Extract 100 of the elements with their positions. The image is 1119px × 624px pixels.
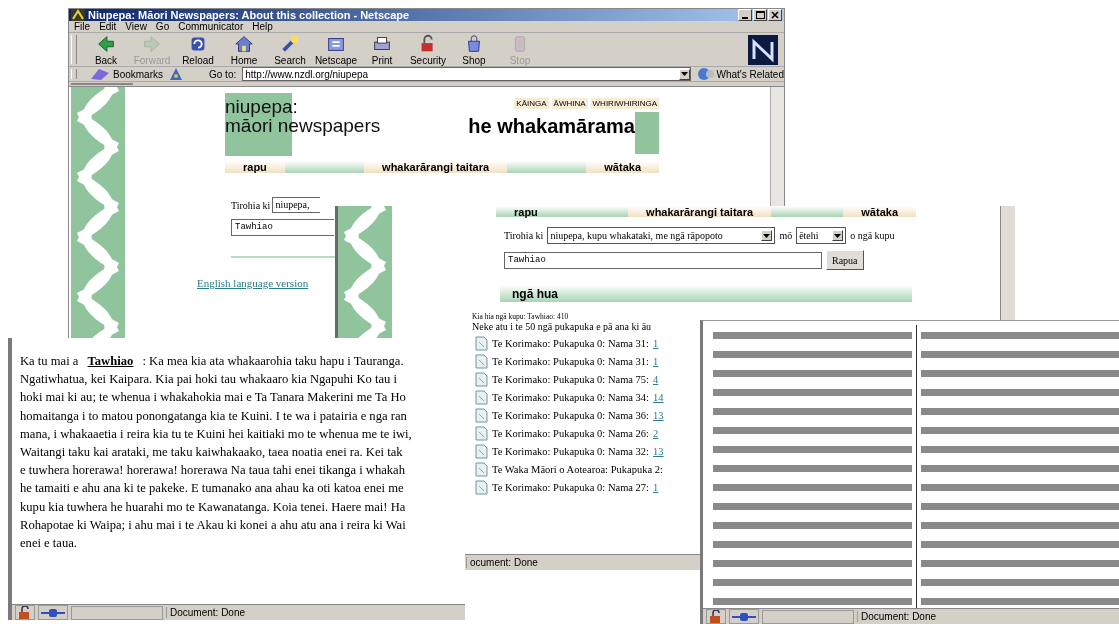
lock-icon[interactable]: [706, 609, 726, 624]
document-icon[interactable]: [475, 425, 488, 441]
document-icon[interactable]: [475, 479, 488, 495]
dropdown-arrow-icon[interactable]: [832, 230, 844, 241]
status-text: Document: Done: [166, 607, 246, 618]
house-icon: [232, 33, 256, 55]
result-title: Te Korimako: Pukapuka 0: Nama 27:: [492, 481, 650, 493]
search-label: Tirohia ki: [231, 199, 271, 211]
globe-icon: [696, 67, 715, 81]
paragraph-line: hoki mai ki au; te whenua i whakahokia mai e Ta Tanara Makerini me Ta Ho: [20, 389, 407, 407]
submit-button[interactable]: Rapua: [826, 250, 864, 270]
document-icon[interactable]: [475, 461, 488, 477]
toolbar-grip: [71, 35, 77, 64]
search-field[interactable]: Tawhiao: [231, 219, 334, 236]
address-field[interactable]: http://www.nzdl.org/niupepa: [242, 67, 691, 81]
page-link[interactable]: 13: [653, 445, 664, 457]
paragraph-line: Waitangi taku kai arataki, me taku kaiwhakaako, taea noatia enei ra. Kei tak: [20, 444, 404, 461]
document-icon[interactable]: [475, 407, 488, 423]
toolbar-button[interactable]: Home: [221, 33, 267, 66]
paragraph-line: homaitanga i to matou ponongatanga kia te Kuini. I te wa i patairia e nga ran: [20, 407, 408, 425]
close-button[interactable]: [768, 9, 782, 21]
status-text: ocument: Done: [466, 557, 538, 568]
results-summary: Neke atu i te 50 ngā pukapuka e pā ana ki āu: [472, 321, 653, 332]
lock-icon[interactable]: [15, 605, 35, 620]
close-icon: [771, 11, 779, 19]
menu-item[interactable]: Help: [252, 21, 273, 32]
page-link[interactable]: 1: [653, 355, 659, 367]
top-nav-link[interactable]: WHIRIWHIRINGA: [590, 98, 659, 109]
plug-icon[interactable]: [729, 609, 759, 624]
nav-tab[interactable]: wātaka: [586, 161, 659, 173]
whats-related-button[interactable]: What's Related: [696, 67, 784, 81]
toolbar-button[interactable]: Reload: [175, 33, 221, 66]
minimize-button[interactable]: [738, 9, 752, 21]
mode-dropdown[interactable]: ētehi: [796, 227, 847, 244]
paragraph-line: Ngatiwhatua, kei Kaipara. Kia pai hoki tau whakaaro kia Ngapuhi Ko tau i: [20, 371, 398, 389]
search-field[interactable]: Tawhiao: [504, 251, 822, 269]
result-title: Te Korimako: Pukapuka 0: Nama 32:: [492, 445, 650, 457]
bookmarks-button[interactable]: Bookmarks: [88, 67, 163, 81]
paragraph-line: he tamaiti e ahu ana ki te pakeke. E tumanako ana ahau ka oti katoa enei me: [20, 480, 405, 498]
toolbar-button[interactable]: Search: [267, 33, 313, 66]
page-link[interactable]: 1: [653, 337, 659, 349]
page-link[interactable]: 1: [653, 481, 659, 493]
nav-tab[interactable]: wātaka: [843, 206, 916, 217]
paragraph-line: enei e taua.: [20, 535, 78, 553]
result-title: Te Korimako: Pukapuka 0: Nama 31:: [492, 355, 650, 367]
go-to-label: Go to:: [209, 68, 237, 80]
for-label: mō: [779, 230, 793, 241]
menu-item[interactable]: Go: [155, 21, 170, 32]
result-title: Te Korimako: Pukapuka 0: Nama 34:: [492, 391, 650, 403]
dropdown-arrow-icon[interactable]: [761, 230, 773, 241]
bookmark-icon: [88, 67, 111, 81]
result-title: Te Korimako: Pukapuka 0: Nama 75:: [492, 373, 650, 385]
toolbar-button[interactable]: Security: [405, 33, 451, 66]
page-link[interactable]: 4: [653, 373, 659, 385]
document-icon[interactable]: [475, 335, 488, 351]
menu-item[interactable]: Edit: [99, 21, 117, 32]
top-nav-link[interactable]: KĀINGA: [514, 98, 549, 109]
maximize-button[interactable]: [753, 9, 767, 21]
menu-item[interactable]: File: [74, 21, 91, 32]
page-link[interactable]: 13: [653, 409, 664, 421]
menu-item[interactable]: View: [125, 21, 147, 32]
paragraph-line: kupu kia tuwhera he huarahi mo te Kawanatanga. Koia tenei. Haere mai! Ha: [20, 498, 407, 516]
paragraph-line: mana, i whakaaetia i reira kia tu te Kuini hei kaitiaki mo te whenua me te iwi,: [20, 425, 413, 443]
toolbar-button[interactable]: Netscape: [313, 33, 359, 66]
status-text: Document: Done: [857, 611, 937, 622]
scrollbar[interactable]: [1000, 206, 1015, 322]
nav-tab[interactable]: whakarārangi taitara: [628, 206, 772, 217]
result-title: Te Korimako: Pukapuka 0: Nama 26:: [492, 427, 650, 439]
page-heading: he whakamārama: [468, 115, 635, 138]
window-title: Niupepa: Māori Newspapers: About this collection - Netscape: [88, 9, 410, 21]
paragraph-line: e tuwhera horerawa! horerawa! horerawa Na taua tahi enei tikanga i whakah: [20, 462, 406, 480]
page-link[interactable]: 14: [653, 391, 664, 403]
results-heading: ngā hua: [500, 285, 912, 302]
page-link[interactable]: 2: [653, 427, 659, 439]
english-version-link[interactable]: English language version: [197, 277, 309, 289]
toolbar-button[interactable]: Shop: [451, 33, 497, 66]
result-title: Te Korimako: Pukapuka 0: Nama 31:: [492, 337, 650, 349]
netscape-n-logo: [748, 34, 778, 65]
netscape-logo-icon: [71, 9, 85, 21]
words-label: o ngā kupu: [850, 230, 895, 241]
scope-dropdown[interactable]: niupepa, kupu whakataki, me ngā rāpopoto: [547, 227, 776, 244]
paragraph-line: Ka tu mai a Tawhiao : Ka mea kia ata whakaarohia taku hapu i Tauranga.: [20, 353, 405, 370]
scope-dropdown[interactable]: niupepa,: [272, 197, 321, 213]
result-title: Te Korimako: Pukapuka 0: Nama 36:: [492, 409, 650, 421]
heading-block: [635, 112, 659, 154]
document-icon[interactable]: [475, 371, 488, 387]
nav-tab[interactable]: rapu: [496, 206, 556, 217]
plug-icon[interactable]: [38, 605, 68, 620]
nav-tab[interactable]: rapu: [225, 161, 285, 173]
nav-tab[interactable]: whakarārangi taitara: [364, 161, 508, 173]
top-nav-link[interactable]: ĀWHINA: [551, 98, 588, 109]
document-icon[interactable]: [475, 353, 488, 369]
menu-item[interactable]: Communicator: [178, 21, 244, 32]
result-title: Te Waka Māori o Aotearoa: Pukapuka 2:: [492, 463, 663, 475]
paragraph-line: Rohapotae ki Waipa; i ahu mai i te Akau ki konei a ahu atu ana i reira ki Wai: [20, 516, 407, 534]
toolbar-button[interactable]: Back: [83, 33, 129, 66]
document-icon[interactable]: [475, 389, 488, 405]
toolbar-button[interactable]: Print: [359, 33, 405, 66]
search-label: Tirohia ki: [504, 230, 544, 241]
document-icon[interactable]: [475, 443, 488, 459]
